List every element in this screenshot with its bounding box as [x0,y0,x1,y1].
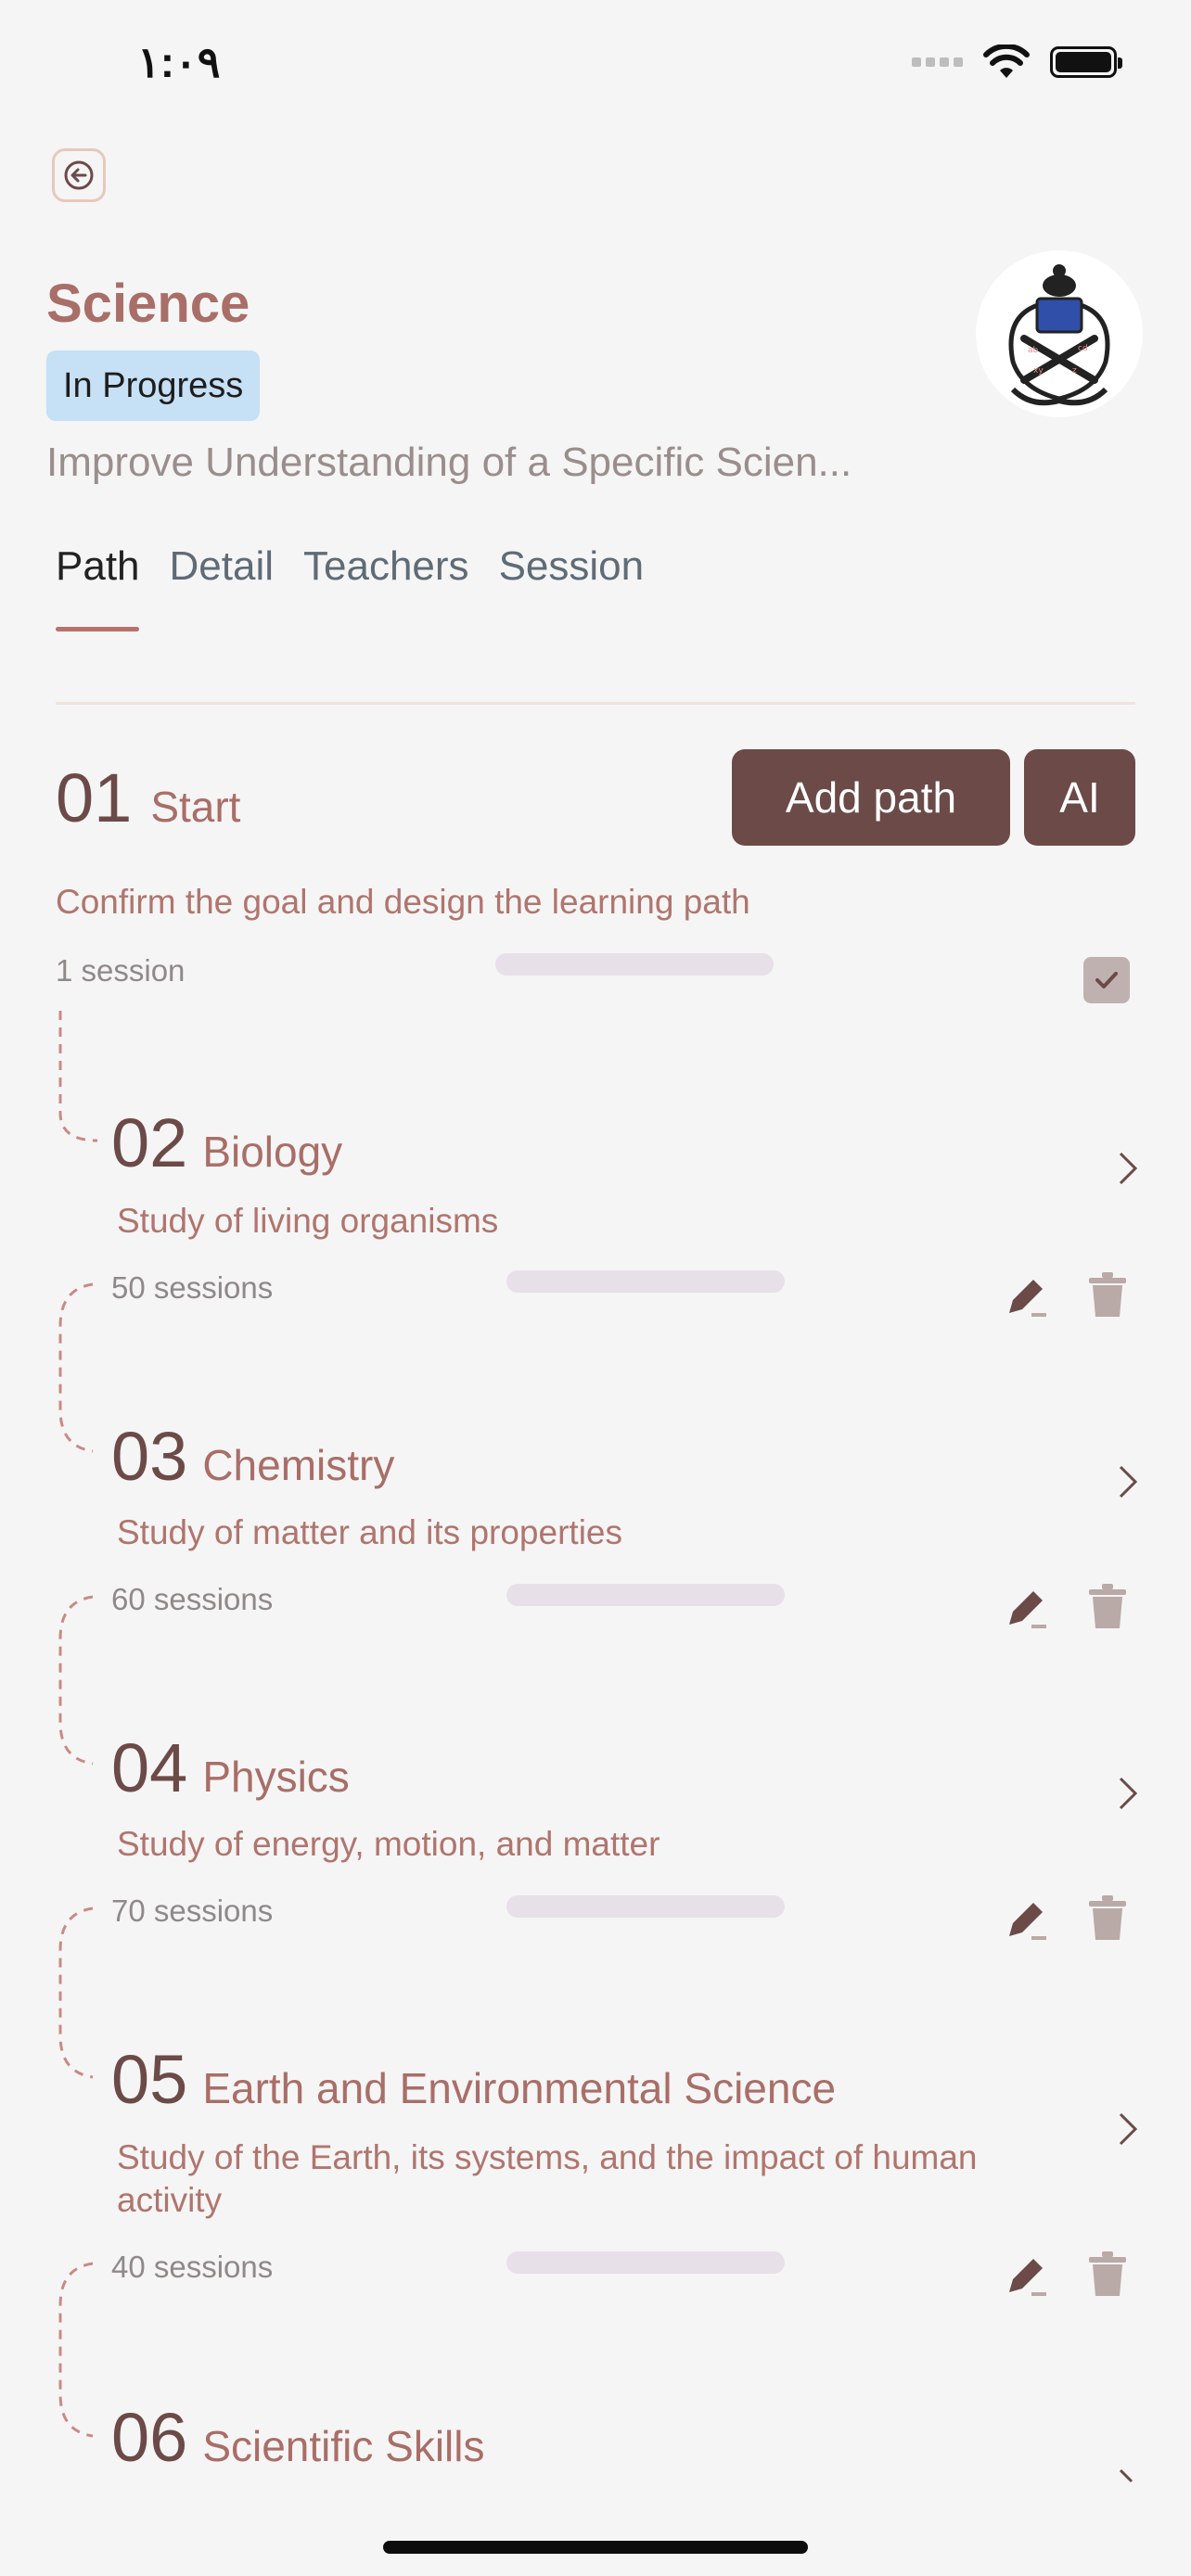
trash-icon[interactable] [1085,1270,1130,1319]
completed-checkbox[interactable] [1083,957,1130,1003]
session-count: 60 sessions [111,1582,274,1616]
chevron-right-icon[interactable] [1109,1150,1146,1187]
chevron-right-icon[interactable] [1109,1775,1146,1812]
check-icon [1095,972,1118,988]
home-indicator [383,2541,808,2554]
path-step-06-header[interactable]: 06 Scientific Skills [111,2404,485,2472]
pencil-icon[interactable] [1005,1895,1050,1944]
step-description: Study of living organisms [117,1202,499,1240]
path-step-03-header[interactable]: 03 Chemistry [111,1422,394,1491]
step-title: Earth and Environmental Science [202,2064,837,2112]
session-count: 50 sessions [111,1270,274,1305]
path-step-05-header[interactable]: 05 Earth and Environmental Science [111,2046,836,2114]
progress-bar [506,1895,785,1918]
step-number: 02 [111,1104,188,1181]
trash-icon[interactable] [1085,2250,1130,2298]
step-number: 01 [56,759,133,836]
path-step-02-header[interactable]: 02 Biology [111,1109,342,1178]
path-step-01-header: 01 Start [56,764,240,833]
step-description: Study of the Earth, its systems, and the… [117,2138,978,2219]
step-description: Confirm the goal and design the learning… [56,883,750,921]
add-path-button[interactable]: Add path [732,749,1010,846]
progress-bar [506,1270,785,1293]
session-count: 40 sessions [111,2250,274,2284]
progress-bar [495,953,774,976]
trash-icon[interactable] [1085,1894,1130,1942]
step-title: Start [150,783,241,831]
session-count: 1 session [56,953,186,988]
step-number: 05 [111,2041,188,2118]
step-title: Chemistry [202,1441,395,1489]
step-description: Study of matter and its properties [117,1513,622,1551]
chevron-right-icon[interactable] [1109,2111,1146,2148]
path-step-04-header[interactable]: 04 Physics [111,1734,350,1803]
pencil-icon[interactable] [1005,1272,1050,1320]
step-title: Scientific Skills [202,2422,485,2470]
trash-icon[interactable] [1085,1582,1130,1630]
chevron-right-icon[interactable] [1109,1463,1146,1500]
progress-bar [506,1584,785,1606]
step-number: 04 [111,1729,188,1806]
ai-button[interactable]: AI [1024,749,1135,846]
step-title: Physics [202,1753,350,1801]
step-title: Biology [202,1128,343,1176]
step-number: 06 [111,2399,188,2476]
chevron-right-icon[interactable] [1109,2467,1146,2485]
pencil-icon[interactable] [1005,1584,1050,1632]
progress-bar [506,2251,785,2274]
step-number: 03 [111,1418,188,1495]
pencil-icon[interactable] [1005,2251,1050,2300]
session-count: 70 sessions [111,1894,274,1928]
step-description: Study of energy, motion, and matter [117,1825,660,1863]
